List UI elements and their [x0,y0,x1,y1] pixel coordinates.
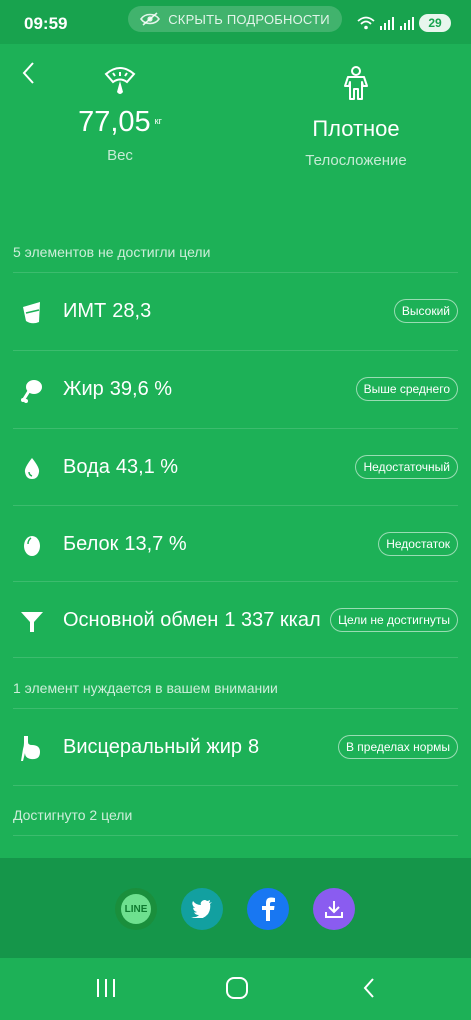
bmi-status-badge: Высокий [393,299,458,323]
bmr-status-badge: Цели не достигнуты [330,608,458,632]
bmr-value: 1 337 ккал [224,609,321,631]
list-item-visceral-fat[interactable]: Висцеральный жир 8 В пределах нормы [0,709,471,786]
section-not-reached: 5 элементов не достигли цели [13,244,211,260]
protein-value: 13,7 % [124,533,187,555]
facebook-icon [262,897,275,921]
download-button[interactable] [313,888,355,930]
water-drop-icon [24,458,40,479]
list-item-bmi[interactable]: ИМТ 28,3 Высокий [0,273,471,350]
system-nav-bar [0,958,471,1020]
list-item-water[interactable]: Вода 43,1 % Недостаточный [0,429,471,506]
drumstick-icon [21,380,42,403]
protein-label: Белок [63,533,119,555]
download-icon [325,901,343,918]
body-figure-icon [344,66,368,100]
egg-icon [24,536,40,556]
home-button[interactable] [225,976,249,1000]
section-reached: Достигнуто 2 цели [13,807,133,823]
fat-value: 39,6 % [109,378,173,400]
stomach-icon [21,736,40,761]
signal-icon-2 [400,17,414,30]
list-item-fat[interactable]: Жир 39,6 % Выше среднего [0,351,471,428]
weight-unit: кг [154,116,162,126]
status-bar: 09:59 СКРЫТЬ ПОДРОБНОСТИ 29 [0,0,471,44]
status-time: 09:59 [24,14,68,33]
divider [13,785,458,786]
share-bar: LINE [0,858,471,958]
battery-indicator: 29 [419,14,451,32]
signal-icon [380,17,394,30]
list-item-bmr[interactable]: Основной обмен 1 337 ккал Цели не достигн… [0,582,471,659]
hide-details-button[interactable]: СКРЫТЬ ПОДРОБНОСТИ [128,6,342,32]
weight-value: 77,05 [78,106,151,138]
body-type-metric: Плотное Телосложение [276,66,436,169]
visceral-fat-value: 8 [248,736,260,758]
divider [13,835,458,836]
line-icon: LINE [121,894,151,924]
section-attention: 1 элемент нуждается в вашем внимании [13,680,278,696]
weight-caption: Вес [107,147,133,164]
status-icons: 29 [357,14,451,32]
visceral-fat-label: Висцеральный жир [63,736,243,758]
divider [13,657,458,658]
bmi-value: 28,3 [112,300,152,322]
share-facebook-button[interactable] [247,888,289,930]
back-button[interactable] [18,60,42,86]
water-value: 43,1 % [115,456,179,478]
hide-details-label: СКРЫТЬ ПОДРОБНОСТИ [168,11,330,27]
bmr-label: Основной обмен [63,609,219,631]
bmi-label: ИМТ [63,300,107,322]
glass-icon [23,302,40,324]
body-type-value: Плотное [312,116,400,141]
water-status-badge: Недостаточный [355,455,458,479]
scale-icon [104,67,136,94]
system-back-button[interactable] [358,976,382,1000]
list-item-protein[interactable]: Белок 13,7 % Недостаток [0,506,471,583]
body-type-caption: Телосложение [305,152,407,169]
visceral-fat-status-badge: В пределах нормы [337,735,458,759]
weight-metric: 77,05 кг Вес [40,66,200,164]
fat-label: Жир [63,378,104,400]
recent-apps-button[interactable] [94,976,118,1000]
protein-status-badge: Недостаток [378,532,458,556]
wifi-icon [357,16,375,30]
fat-status-badge: Выше среднего [355,377,458,401]
share-twitter-button[interactable] [181,888,223,930]
eye-slash-icon [140,12,161,26]
share-line-button[interactable]: LINE [115,888,157,930]
water-label: Вода [63,456,110,478]
funnel-icon [21,612,43,632]
twitter-icon [191,900,212,918]
